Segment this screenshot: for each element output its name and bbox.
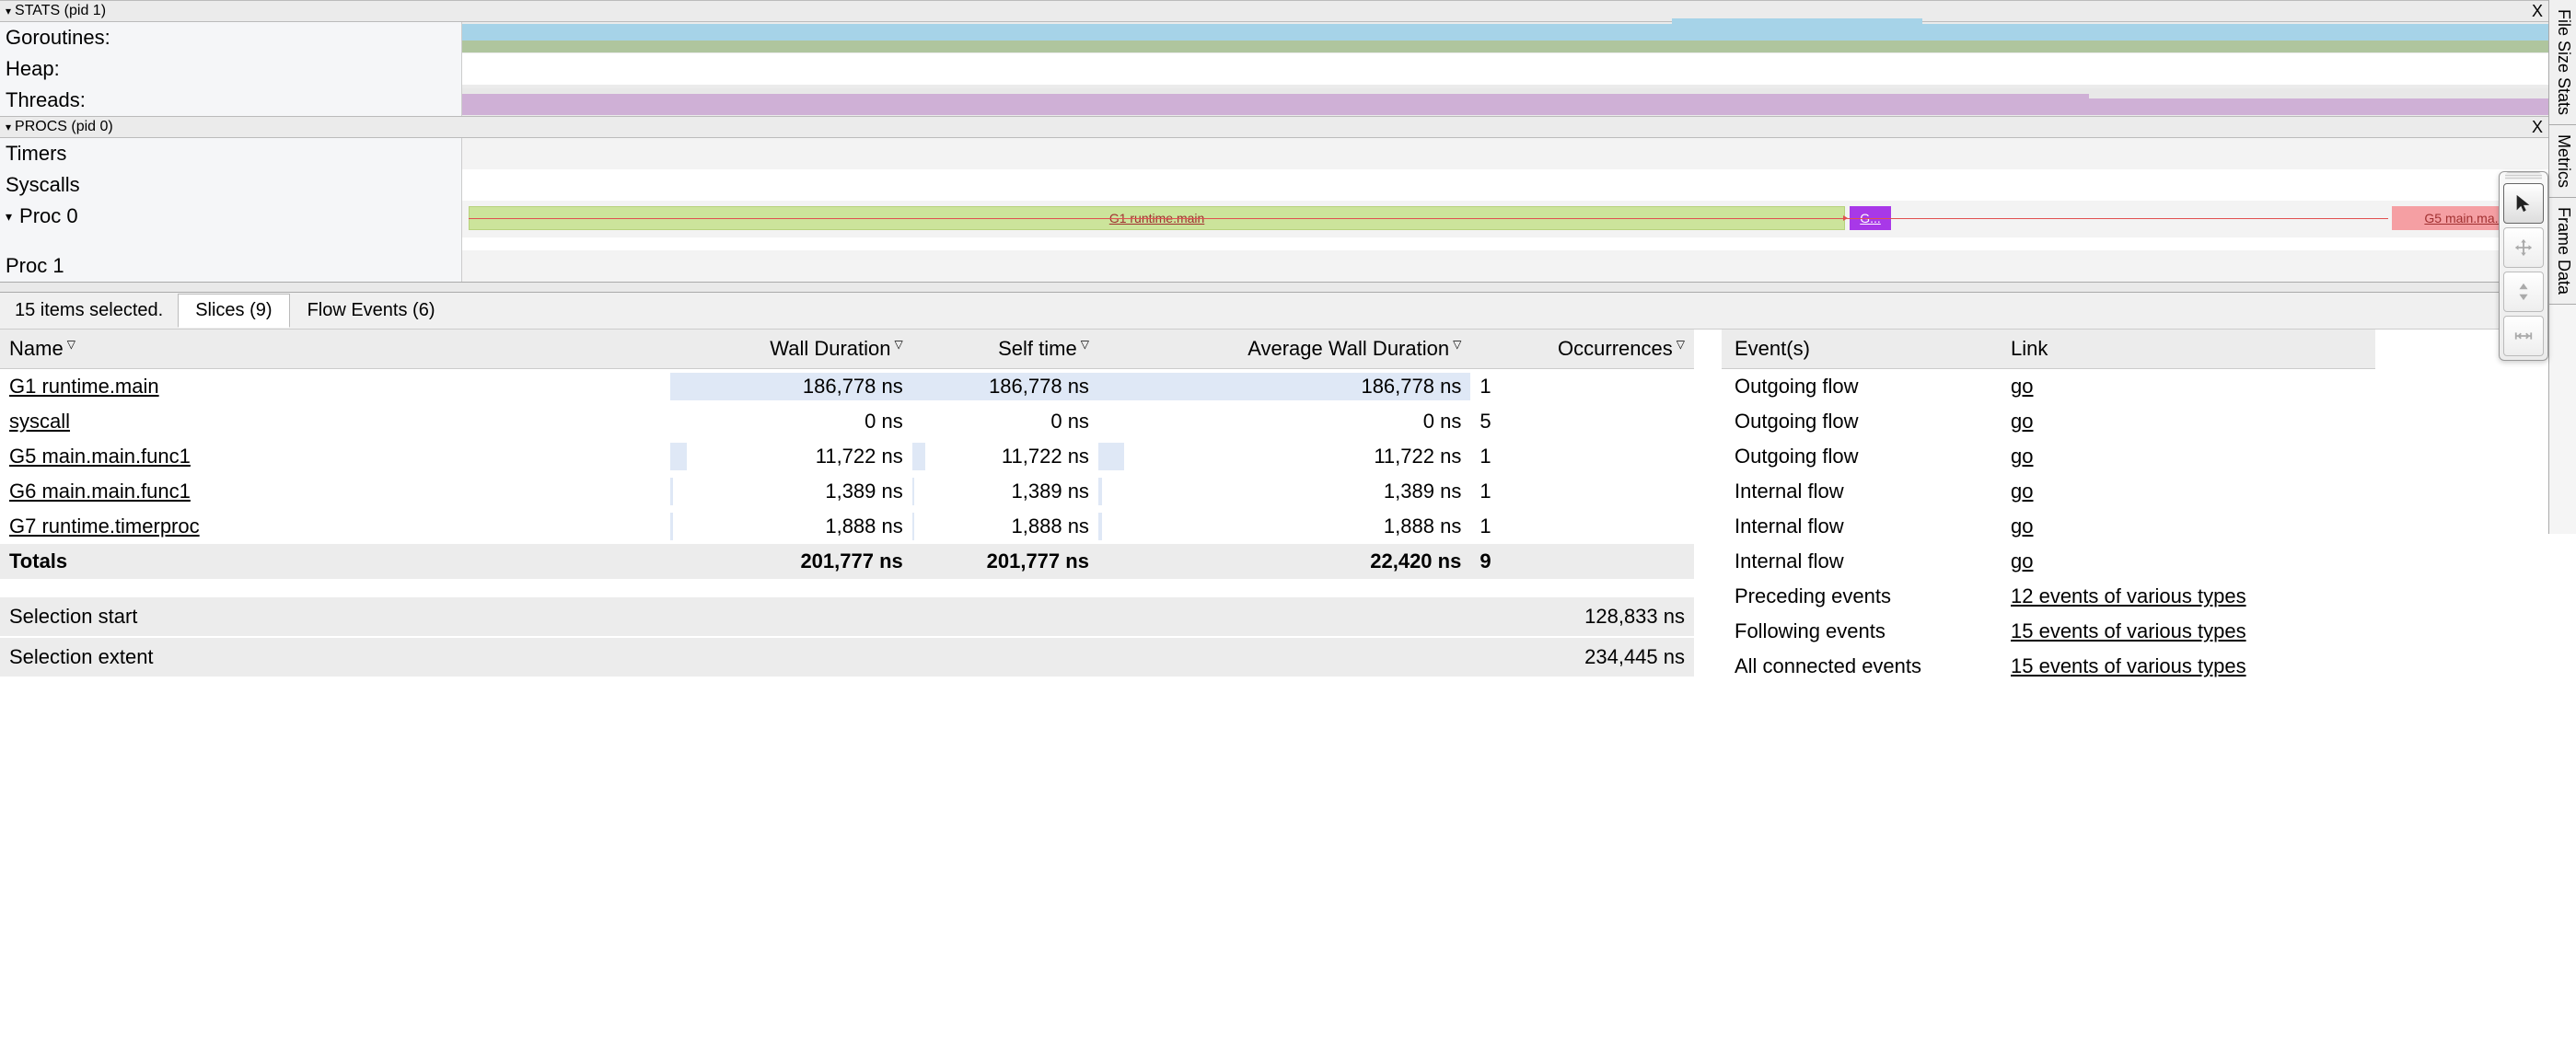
slice-name[interactable]: G6 main.main.func1 xyxy=(0,474,670,509)
event-row: Internal flowgo xyxy=(1722,509,2375,544)
event-row: Outgoing flowgo xyxy=(1722,404,2375,439)
table-row[interactable]: G5 main.main.func111,722 ns11,722 ns11,7… xyxy=(0,439,1694,474)
bottom-tabs: 15 items selected. Slices (9) Flow Event… xyxy=(0,293,2548,330)
tool-timing[interactable] xyxy=(2503,316,2544,356)
event-type: Outgoing flow xyxy=(1722,369,1998,405)
tab-metrics[interactable]: Metrics xyxy=(2549,125,2576,198)
event-row: Outgoing flowgo xyxy=(1722,439,2375,474)
events-panel: Event(s) Link Outgoing flowgoOutgoing fl… xyxy=(1694,330,2548,684)
tool-pan[interactable] xyxy=(2503,227,2544,268)
table-row[interactable]: G6 main.main.func11,389 ns1,389 ns1,389 … xyxy=(0,474,1694,509)
event-type: Internal flow xyxy=(1722,474,1998,509)
totals-row: Totals 201,777 ns 201,777 ns 22,420 ns 9 xyxy=(0,544,1694,579)
slice-name[interactable]: syscall xyxy=(0,404,670,439)
group-header-stats[interactable]: ▾ STATS (pid 1) X xyxy=(0,0,2548,22)
table-row[interactable]: G1 runtime.main186,778 ns186,778 ns186,7… xyxy=(0,369,1694,405)
group-title: STATS (pid 1) xyxy=(15,3,106,19)
event-row: All connected events15 events of various… xyxy=(1722,649,2375,684)
procs-canvas[interactable]: G1 runtime.main G... G5 main.ma... xyxy=(462,138,2548,282)
slice-name[interactable]: G7 runtime.timerproc xyxy=(0,509,670,544)
col-link[interactable]: Link xyxy=(1998,330,2375,369)
group-title: PROCS (pid 0) xyxy=(15,119,113,135)
slice-name[interactable]: G1 runtime.main xyxy=(0,369,670,405)
event-row: Preceding events12 events of various typ… xyxy=(1722,579,2375,614)
col-occurrences[interactable]: Occurrences▽ xyxy=(1470,330,1694,369)
slice-name[interactable]: G5 main.main.func1 xyxy=(0,439,670,474)
flow-arrow-icon xyxy=(1843,215,1848,221)
right-tabs: File Size Stats Metrics Frame Data xyxy=(2548,0,2576,534)
event-link[interactable]: 15 events of various types xyxy=(1998,614,2375,649)
event-row: Outgoing flowgo xyxy=(1722,369,2375,405)
selection-extent-value: 234,445 ns xyxy=(980,637,1694,677)
event-link[interactable]: go xyxy=(1998,544,2375,579)
selection-extent-label: Selection extent xyxy=(0,637,980,677)
toolbox[interactable] xyxy=(2499,171,2548,361)
event-link[interactable]: 15 events of various types xyxy=(1998,649,2375,684)
tab-slices[interactable]: Slices (9) xyxy=(178,294,289,328)
collapse-icon: ▾ xyxy=(6,5,11,17)
slices-table: Name▽ Wall Duration▽ Self time▽ Average … xyxy=(0,330,1694,579)
tab-flow-events[interactable]: Flow Events (6) xyxy=(290,294,453,328)
col-name[interactable]: Name▽ xyxy=(0,330,670,369)
tab-file-size-stats[interactable]: File Size Stats xyxy=(2549,0,2576,125)
timing-icon xyxy=(2513,326,2534,346)
event-type: Following events xyxy=(1722,614,1998,649)
table-row[interactable]: syscall0 ns0 ns0 ns5 xyxy=(0,404,1694,439)
event-row: Internal flowgo xyxy=(1722,544,2375,579)
pan-icon xyxy=(2513,237,2534,258)
row-timers-label[interactable]: Timers xyxy=(0,138,461,169)
goroutines-bar[interactable] xyxy=(462,24,2548,40)
threads-bar-high[interactable] xyxy=(462,94,2089,115)
close-icon[interactable]: X xyxy=(2532,118,2543,137)
panel-divider[interactable] xyxy=(0,282,2548,293)
event-link[interactable]: go xyxy=(1998,509,2375,544)
event-type: Preceding events xyxy=(1722,579,1998,614)
event-type: All connected events xyxy=(1722,649,1998,684)
event-row: Following events15 events of various typ… xyxy=(1722,614,2375,649)
event-link[interactable]: go xyxy=(1998,474,2375,509)
event-type: Internal flow xyxy=(1722,509,1998,544)
col-wall-duration[interactable]: Wall Duration▽ xyxy=(670,330,912,369)
selection-start-value: 128,833 ns xyxy=(980,597,1694,637)
toolbox-grip[interactable] xyxy=(2505,172,2542,179)
event-link[interactable]: 12 events of various types xyxy=(1998,579,2375,614)
event-type: Outgoing flow xyxy=(1722,439,1998,474)
tool-pointer[interactable] xyxy=(2503,183,2544,224)
row-syscalls-label[interactable]: Syscalls xyxy=(0,169,461,201)
row-proc0-label[interactable]: Proc 0 xyxy=(0,201,461,232)
goroutines-bump[interactable] xyxy=(1672,18,1922,40)
close-icon[interactable]: X xyxy=(2532,2,2543,21)
group-header-procs[interactable]: ▾ PROCS (pid 0) X xyxy=(0,116,2548,138)
pointer-icon xyxy=(2513,193,2534,214)
collapse-icon: ▾ xyxy=(6,121,11,133)
goroutines-bar-bg[interactable] xyxy=(462,39,2548,52)
row-proc1-label[interactable]: Proc 1 xyxy=(0,250,461,282)
tab-frame-data[interactable]: Frame Data xyxy=(2549,198,2576,305)
row-goroutines-label[interactable]: Goroutines: xyxy=(0,22,461,53)
event-link[interactable]: go xyxy=(1998,369,2375,405)
row-threads-label[interactable]: Threads: xyxy=(0,85,461,116)
updown-icon xyxy=(2513,282,2534,302)
stats-tracks: Goroutines: Heap: Threads: xyxy=(0,22,2548,116)
selection-summary: 15 items selected. xyxy=(0,300,178,321)
procs-tracks: Timers Syscalls Proc 0 Proc 1 G1 runtime… xyxy=(0,138,2548,282)
event-row: Internal flowgo xyxy=(1722,474,2375,509)
flow-line xyxy=(469,218,2388,219)
col-self-time[interactable]: Self time▽ xyxy=(912,330,1098,369)
col-event[interactable]: Event(s) xyxy=(1722,330,1998,369)
tool-zoom-vertical[interactable] xyxy=(2503,272,2544,312)
event-link[interactable]: go xyxy=(1998,439,2375,474)
event-type: Outgoing flow xyxy=(1722,404,1998,439)
stats-canvas[interactable] xyxy=(462,22,2548,116)
col-avg-wall[interactable]: Average Wall Duration▽ xyxy=(1098,330,1470,369)
event-type: Internal flow xyxy=(1722,544,1998,579)
selection-info: Selection start 128,833 ns Selection ext… xyxy=(0,597,1694,678)
row-heap-label[interactable]: Heap: xyxy=(0,53,461,85)
table-row[interactable]: G7 runtime.timerproc1,888 ns1,888 ns1,88… xyxy=(0,509,1694,544)
slice-label: G5 main.ma... xyxy=(2424,211,2505,226)
selection-start-label: Selection start xyxy=(0,597,980,637)
event-link[interactable]: go xyxy=(1998,404,2375,439)
